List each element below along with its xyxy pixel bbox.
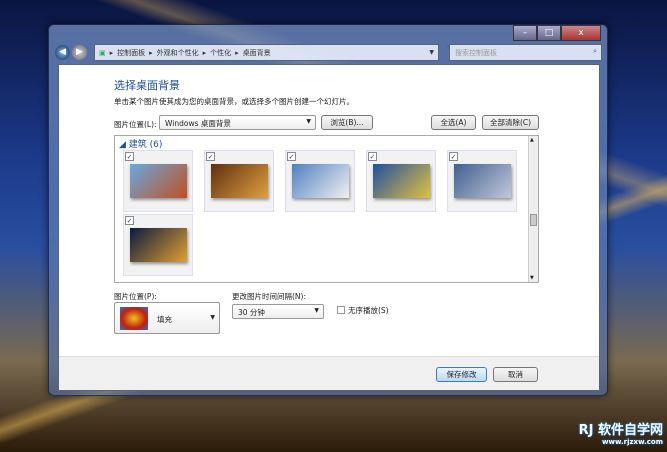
- chevron-down-icon: ▼: [314, 307, 319, 314]
- chevron-down-icon: ▼: [306, 118, 311, 125]
- control-panel-icon: ▣: [99, 48, 106, 57]
- footer: 保存修改 取消: [59, 356, 599, 390]
- page-description: 单击某个图片使其成为您的桌面背景，或选择多个图片创建一个幻灯片。: [114, 97, 354, 106]
- wallpaper-thumbnail[interactable]: ✓: [447, 150, 517, 212]
- minimize-button[interactable]: –: [513, 25, 537, 41]
- select-all-button[interactable]: 全选(A): [431, 115, 476, 130]
- close-button[interactable]: x: [561, 25, 601, 41]
- thumbnail-checkbox[interactable]: ✓: [287, 152, 296, 161]
- interval-label: 更改图片时间间隔(N):: [232, 292, 306, 301]
- back-button[interactable]: ◀: [55, 45, 70, 60]
- thumbnail-checkbox[interactable]: ✓: [368, 152, 377, 161]
- wallpaper-thumbnail[interactable]: ✓: [123, 150, 193, 212]
- interval-dropdown[interactable]: 30 分钟 ▼: [232, 304, 324, 319]
- address-bar[interactable]: ▣ ▸ 控制面板 ▸ 外观和个性化 ▸ 个性化 ▸ 桌面背景 ▼: [94, 44, 439, 61]
- group-header[interactable]: ◢ 建筑 (6): [119, 137, 162, 150]
- thumbnail-checkbox[interactable]: ✓: [125, 152, 134, 161]
- search-input[interactable]: 搜索控制面板 ⌕: [449, 44, 602, 61]
- search-icon: ⌕: [593, 47, 597, 55]
- wallpaper-thumbnail[interactable]: ✓: [366, 150, 436, 212]
- save-button[interactable]: 保存修改: [436, 367, 487, 382]
- clear-all-button[interactable]: 全部清除(C): [482, 115, 539, 130]
- breadcrumb-item[interactable]: 桌面背景: [243, 48, 271, 58]
- page-title: 选择桌面背景: [114, 79, 180, 92]
- thumbnail-image: [373, 164, 430, 198]
- thumbnail-image: [454, 164, 511, 198]
- wallpaper-thumbnail[interactable]: ✓: [285, 150, 355, 212]
- scrollbar[interactable]: ▲ ▼: [528, 136, 538, 282]
- browse-button[interactable]: 浏览(B)...: [321, 115, 373, 130]
- wallpaper-list: ◢ 建筑 (6) ✓ ✓ ✓ ✓ ✓ ✓ ▲ ▼: [114, 135, 539, 283]
- breadcrumb-item[interactable]: 个性化: [210, 48, 231, 58]
- thumbnail-checkbox[interactable]: ✓: [449, 152, 458, 161]
- breadcrumb-item[interactable]: 外观和个性化: [157, 48, 199, 58]
- thumbnail-image: [211, 164, 268, 198]
- thumbnail-image: [292, 164, 349, 198]
- thumbnail-image: [130, 164, 187, 198]
- cancel-button[interactable]: 取消: [493, 367, 538, 382]
- breadcrumb-item[interactable]: 控制面板: [117, 48, 145, 58]
- watermark-logo: RJ 软件自学网 www.rjzxw.com: [578, 423, 663, 446]
- wallpaper-thumbnail[interactable]: ✓: [123, 214, 193, 276]
- location-label: 图片位置(L):: [114, 120, 157, 129]
- shuffle-checkbox[interactable]: [337, 306, 345, 314]
- content-pane: 选择桌面背景 单击某个图片使其成为您的桌面背景，或选择多个图片创建一个幻灯片。 …: [58, 64, 600, 391]
- chevron-down-icon: ▼: [210, 314, 215, 321]
- wallpaper-thumbnail[interactable]: ✓: [204, 150, 274, 212]
- chevron-down-icon[interactable]: ▼: [429, 49, 434, 56]
- forward-button[interactable]: ▶: [72, 45, 87, 60]
- position-label: 图片位置(P):: [114, 292, 157, 301]
- shuffle-label: 无序播放(S): [348, 306, 389, 315]
- fill-preview-icon: [120, 307, 148, 330]
- location-dropdown[interactable]: Windows 桌面背景 ▼: [159, 115, 316, 130]
- maximize-button[interactable]: □: [537, 25, 561, 41]
- thumbnail-checkbox[interactable]: ✓: [125, 216, 134, 225]
- thumbnail-image: [130, 228, 187, 262]
- position-dropdown[interactable]: 填充 ▼: [114, 302, 220, 334]
- thumbnail-checkbox[interactable]: ✓: [206, 152, 215, 161]
- control-panel-window: – □ x ◀ ▶ ▣ ▸控制面板 ▸外观和个性化 ▸个性化 ▸桌面背景 ▼ ↻…: [48, 24, 608, 396]
